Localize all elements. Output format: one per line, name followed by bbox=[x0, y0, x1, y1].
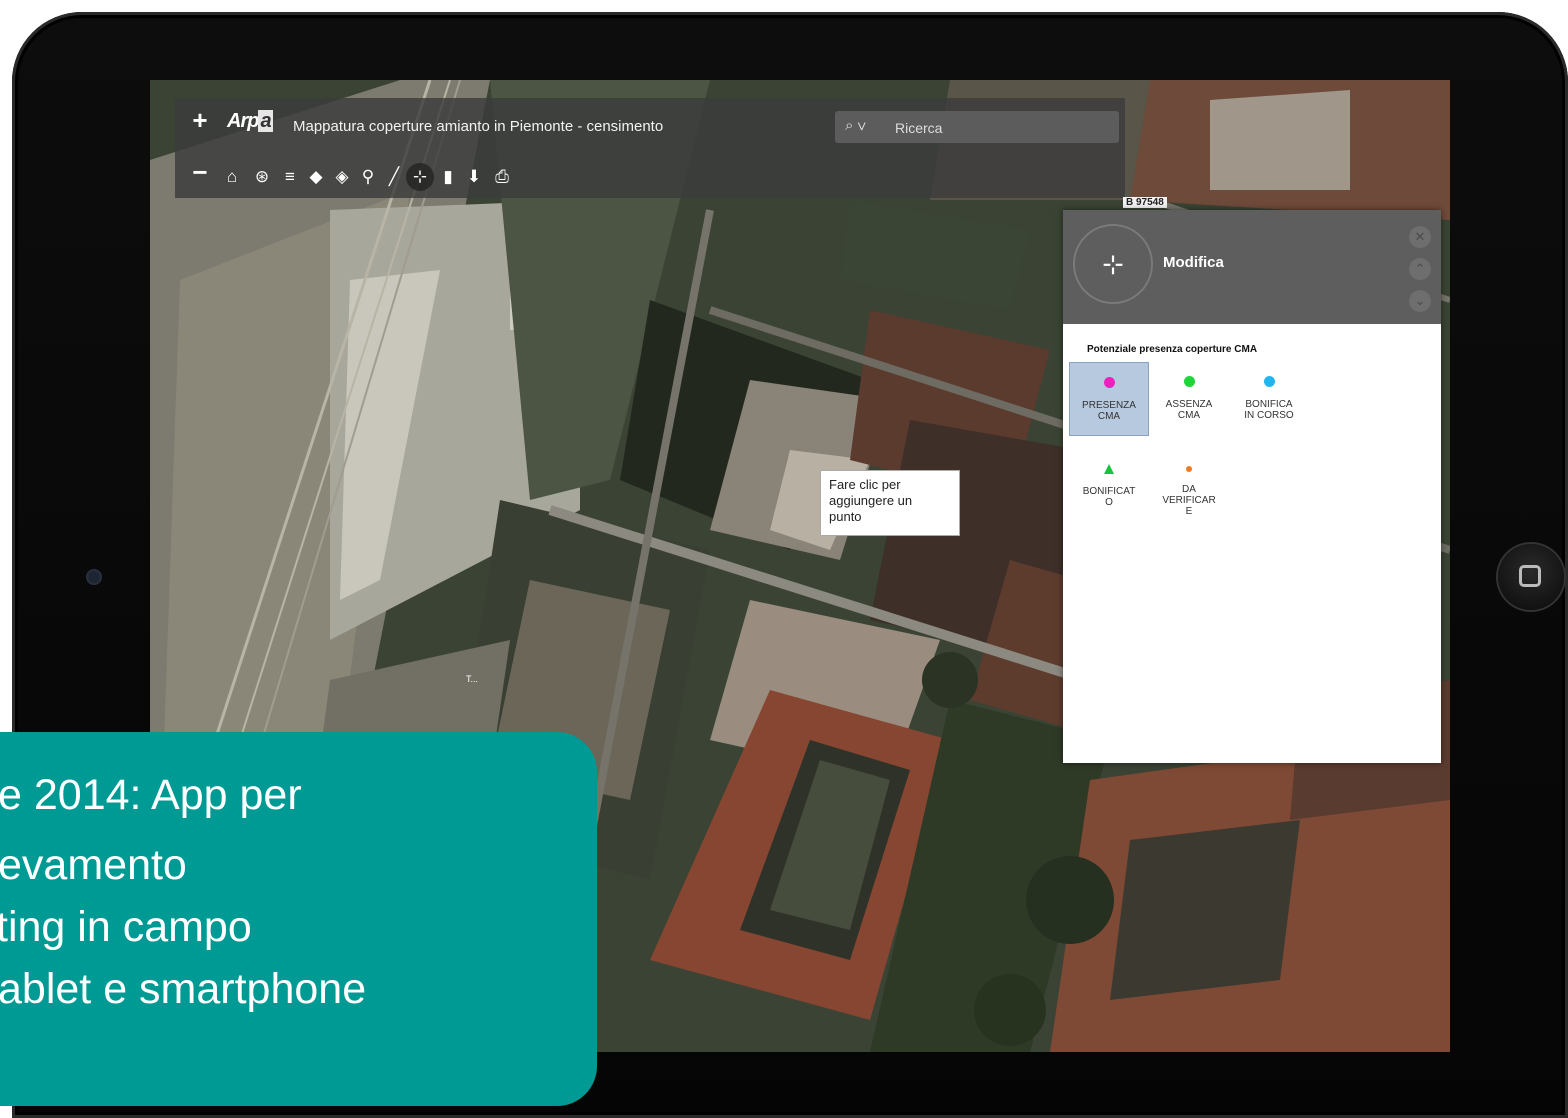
legend-label-line: CMA bbox=[1097, 411, 1121, 422]
caption-line: ablet e smartphone bbox=[0, 965, 367, 1013]
collapse-up-icon[interactable]: ⌃ bbox=[1409, 258, 1431, 280]
legend-label: BONIFICAT O bbox=[1069, 486, 1149, 508]
blue-circle-icon bbox=[1263, 376, 1275, 387]
street-label: T... bbox=[466, 674, 479, 684]
zoom-out-button[interactable]: − bbox=[185, 158, 215, 188]
layers-icon[interactable]: ◆ bbox=[305, 164, 327, 190]
arpa-logo: Arp a bbox=[227, 110, 273, 133]
locate-icon[interactable]: ⊛ bbox=[251, 164, 273, 190]
legend-label-line: VERIFICAR bbox=[1162, 495, 1216, 506]
panel-header: ⊹ Modifica ✕ ⌃ ⌄ bbox=[1063, 210, 1441, 324]
download-icon[interactable]: ⬇ bbox=[463, 164, 485, 190]
map-tooltip: Fare clic per aggiungere un punto bbox=[820, 470, 960, 536]
home-icon[interactable]: ⌂ bbox=[221, 164, 243, 190]
legend-bonificato[interactable]: BONIFICAT O bbox=[1069, 450, 1149, 524]
caption-line: ting in campo bbox=[0, 903, 252, 951]
green-circle-icon bbox=[1183, 376, 1195, 387]
camera-lens bbox=[86, 569, 102, 585]
legend-label: DA VERIFICAR E bbox=[1149, 484, 1229, 517]
logo-text: Arp bbox=[227, 110, 259, 132]
legend-label-line: DA bbox=[1182, 484, 1196, 495]
legend-label-line: IN CORSO bbox=[1244, 410, 1294, 421]
home-button[interactable] bbox=[1498, 544, 1564, 610]
tooltip-line: punto bbox=[829, 509, 862, 524]
chevron-down-icon[interactable]: ⌄ bbox=[1409, 290, 1431, 312]
app-title: Mappatura coperture amianto in Piemonte … bbox=[293, 118, 664, 135]
tooltip-line: aggiungere un bbox=[829, 493, 913, 508]
legend-label-line: O bbox=[1105, 497, 1113, 508]
panel-icon-ring: ⊹ bbox=[1073, 224, 1153, 304]
print-icon[interactable]: ⎙ bbox=[491, 164, 513, 190]
search-input[interactable] bbox=[893, 111, 1117, 145]
edit-panel: ⊹ Modifica ✕ ⌃ ⌄ Potenziale presenza cop… bbox=[1063, 210, 1441, 763]
search-icon[interactable]: ⌕ ∨ bbox=[845, 117, 866, 134]
list-icon[interactable]: ≡ bbox=[279, 164, 301, 190]
comment-icon[interactable]: ▮ bbox=[437, 164, 459, 190]
search-box[interactable]: ⌕ ∨ bbox=[835, 111, 1119, 145]
panel-title: Modifica bbox=[1163, 254, 1224, 271]
green-triangle-icon bbox=[1104, 464, 1114, 474]
logo-accent: a bbox=[258, 110, 273, 132]
legend-label-line: ASSENZA bbox=[1165, 399, 1213, 410]
home-button-icon bbox=[1519, 565, 1541, 587]
caption-box: e 2014: App per evamento ting in campo a… bbox=[0, 732, 597, 1106]
caption-line: e 2014: App per bbox=[0, 771, 302, 819]
legend-label-line: BONIFICAT bbox=[1082, 486, 1136, 497]
legend-label-line: BONIFICA bbox=[1245, 399, 1293, 410]
legend-assenza-cma[interactable]: ASSENZA CMA bbox=[1149, 362, 1229, 436]
legend-label: BONIFICA IN CORSO bbox=[1229, 399, 1309, 421]
legend-label-line: CMA bbox=[1177, 410, 1201, 421]
close-icon[interactable]: ✕ bbox=[1409, 226, 1431, 248]
caption-line: evamento bbox=[0, 841, 187, 889]
edit-tool-icon: ⊹ bbox=[1102, 249, 1124, 279]
zoom-in-button[interactable]: + bbox=[185, 106, 215, 136]
legend-label-line: PRESENZA bbox=[1082, 400, 1136, 411]
legend-icon[interactable]: ⚲ bbox=[357, 164, 379, 190]
panel-subtitle: Potenziale presenza coperture CMA bbox=[1087, 344, 1258, 355]
legend-presenza-cma[interactable]: PRESENZA CMA bbox=[1069, 362, 1149, 436]
top-toolbar: + − Arp a Mappatura coperture amianto in … bbox=[175, 98, 1125, 198]
draw-icon[interactable]: ╱ bbox=[383, 164, 405, 190]
legend-bonifica-in-corso[interactable]: BONIFICA IN CORSO bbox=[1229, 362, 1309, 436]
legend-da-verificare[interactable]: DA VERIFICAR E bbox=[1149, 450, 1229, 524]
parcel-label: B 97548 bbox=[1123, 197, 1167, 208]
basemap-icon[interactable]: ◈ bbox=[331, 164, 353, 190]
legend-label: ASSENZA CMA bbox=[1149, 399, 1229, 421]
magenta-circle-icon bbox=[1103, 377, 1115, 388]
tooltip-line: Fare clic per bbox=[829, 477, 901, 492]
legend-label-line: E bbox=[1185, 506, 1193, 517]
edit-icon[interactable]: ⊹ bbox=[406, 163, 434, 191]
legend-label: PRESENZA CMA bbox=[1070, 400, 1148, 422]
orange-dot-icon bbox=[1186, 466, 1192, 472]
